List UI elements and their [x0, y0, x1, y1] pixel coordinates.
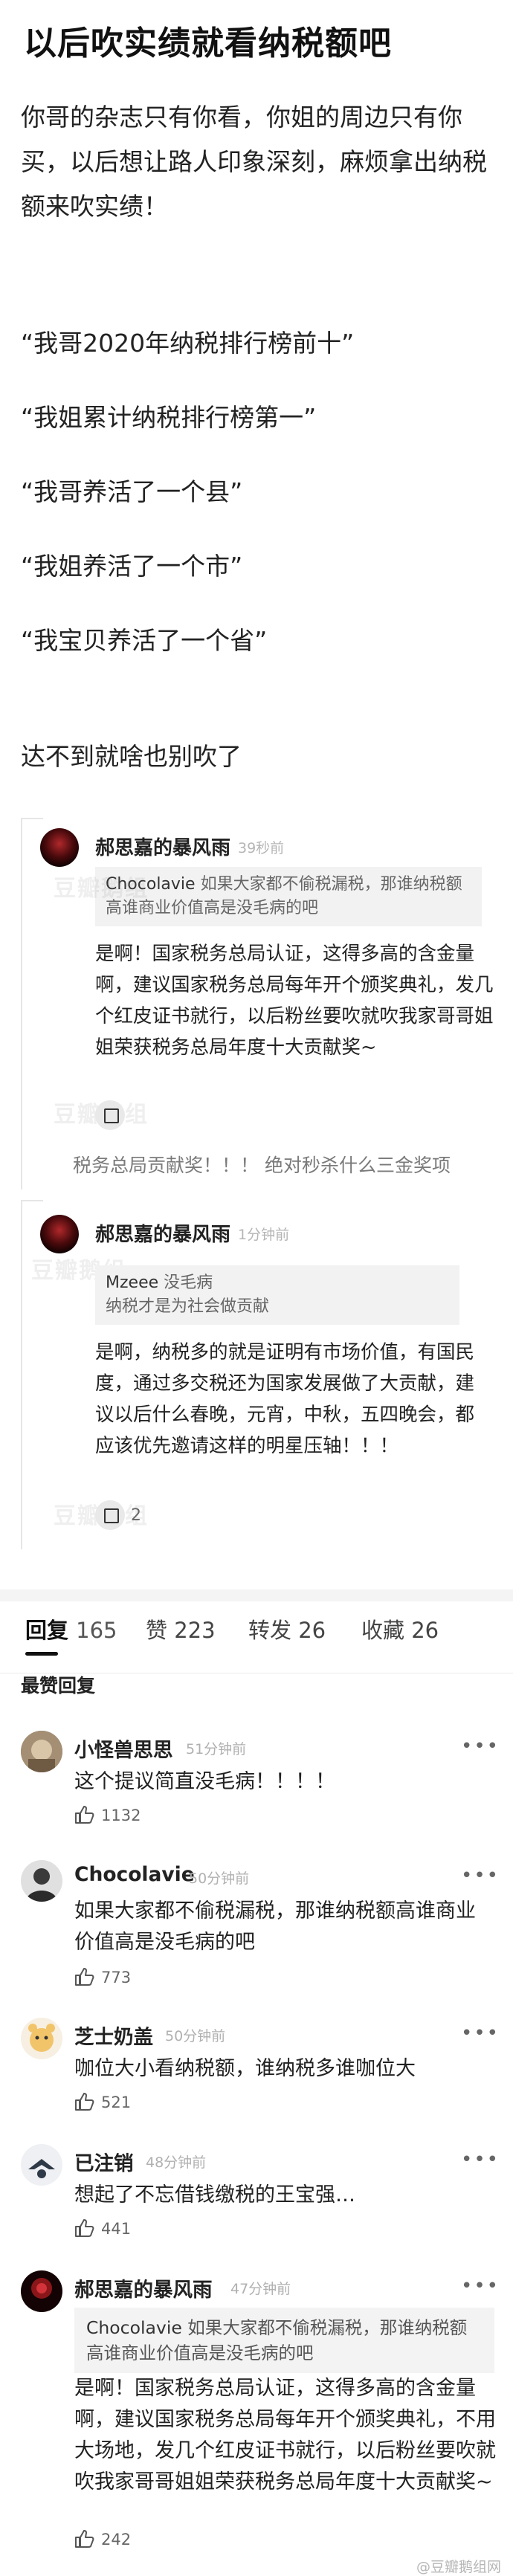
author-name[interactable]: 芝士奶盖 — [74, 2021, 153, 2050]
avatar[interactable] — [21, 2144, 62, 2186]
comment-item: Chocolavie 50分钟前 ••• 如果大家都不偷税漏税，那谁纳税额高谁商… — [0, 1860, 513, 2001]
timestamp: 39秒前 — [238, 840, 285, 856]
more-options-icon[interactable]: ••• — [461, 2149, 500, 2171]
like-button[interactable]: 521 — [74, 2092, 131, 2111]
thumbs-up-icon — [75, 1968, 94, 1986]
reply-tabs: 回复 165 赞 223 转发 26 收藏 26 — [0, 1601, 513, 1676]
like-button[interactable]: 242 — [74, 2529, 131, 2548]
quoted-comment: Chocolavie 如果大家都不偷税漏税，那谁纳税额高谁商业价值高是没毛病的吧 — [95, 867, 482, 926]
comment-text: 如果大家都不偷税漏税，那谁纳税额高谁商业价值高是没毛病的吧 — [74, 1899, 476, 1954]
comment-text: 咖位大小看纳税额，谁纳税多谁咖位大 — [74, 2057, 416, 2080]
like-button[interactable] — [95, 1500, 125, 1530]
author-name: 郝思嘉的暴风雨 — [95, 837, 231, 859]
post-quote-2: “我姐累计纳税排行榜第一” — [21, 403, 317, 432]
avatar — [40, 828, 79, 867]
comment-item: 已注销 48分钟前 ••• 想起了不忘借钱缴税的王宝强… 441 — [0, 2144, 513, 2256]
tab-favorites[interactable]: 收藏 26 — [361, 1613, 439, 1644]
thumbs-up-icon — [75, 2093, 94, 2111]
like-count: 521 — [101, 2094, 132, 2111]
comment-item: 芝士奶盖 50分钟前 ••• 咖位大小看纳税额，谁纳税多谁咖位大 521 — [0, 2018, 513, 2129]
avatar[interactable] — [21, 2270, 62, 2312]
post-quote-3: “我哥养活了一个县” — [21, 477, 243, 506]
like-button[interactable]: 773 — [74, 1967, 131, 1986]
comment-text: 这个提议简直没毛病！！！！ — [74, 1770, 335, 1793]
author-name[interactable]: 郝思嘉的暴风雨 — [74, 2273, 213, 2302]
like-button[interactable] — [95, 1100, 125, 1130]
like-count: 441 — [101, 2220, 132, 2238]
more-options-icon[interactable]: ••• — [461, 2275, 500, 2297]
post-quote-5: “我宝贝养活了一个省” — [21, 626, 268, 655]
footer-watermark: @豆瓣鹅组网 — [416, 2559, 502, 2575]
post-closing: 达不到就啥也别吹了 — [21, 742, 242, 771]
comment-text: 想起了不忘借钱缴税的王宝强… — [74, 2183, 355, 2207]
quote-text: 没毛病 — [164, 1274, 213, 1292]
quoted-comment: Chocolavie 如果大家都不偷税漏税，那谁纳税额高谁商业价值高是没毛病的吧 — [74, 2308, 494, 2373]
like-button[interactable]: 1132 — [74, 1805, 141, 1824]
more-options-icon[interactable]: ••• — [461, 2022, 500, 2044]
avatar[interactable] — [21, 2018, 62, 2059]
comment-text: 是啊！国家税务总局认证，这得多高的含金量啊，建议国家税务总局每年开个颁奖典礼，发… — [95, 943, 494, 1059]
comment-item: 小怪兽思思 51分钟前 ••• 这个提议简直没毛病！！！！ 1132 — [0, 1731, 513, 1842]
avatar — [40, 1215, 79, 1253]
quoted-comment: Mzeee 没毛病 纳税才是为社会做贡献 — [95, 1265, 459, 1325]
like-count: 773 — [101, 1969, 132, 1986]
avatar[interactable] — [21, 1731, 62, 1772]
thumbs-up-icon — [75, 2219, 94, 2237]
thumbs-up-icon — [75, 2530, 94, 2548]
avatar[interactable] — [21, 1860, 62, 1902]
timestamp: 50分钟前 — [189, 1870, 250, 1887]
quote-author: Chocolavie — [86, 2317, 182, 2338]
author-name[interactable]: Chocolavie — [74, 1863, 195, 1886]
author-name[interactable]: 已注销 — [74, 2147, 134, 2176]
tab-replies[interactable]: 回复 165 — [25, 1613, 117, 1644]
post-title: 以后吹实绩就看纳税额吧 — [24, 25, 392, 62]
embedded-screenshot-2: 郝思嘉的暴风雨 1分钟前 豆瓣鹅组 Mzeee 没毛病 纳税才是为社会做贡献 是… — [21, 1200, 492, 1549]
post-quote-1: “我哥2020年纳税排行榜前十” — [21, 329, 355, 358]
comment-text: 是啊！国家税务总局认证，这得多高的含金量啊，建议国家税务总局每年开个颁奖典礼，不… — [74, 2377, 496, 2493]
comment-item: 郝思嘉的暴风雨 47分钟前 ••• Chocolavie 如果大家都不偷税漏税，… — [0, 2270, 513, 2553]
author-name[interactable]: 小怪兽思思 — [74, 1734, 173, 1763]
section-divider — [0, 1589, 513, 1601]
like-button[interactable]: 441 — [74, 2218, 131, 2238]
watermark: 豆瓣鹅组 — [54, 876, 149, 902]
caption: 税务总局贡献奖！！！ 绝对秒杀什么三金奖项 — [73, 1155, 451, 1176]
quote-text-line2: 纳税才是为社会做贡献 — [106, 1297, 270, 1316]
embedded-screenshot-1: 郝思嘉的暴风雨 39秒前 Chocolavie 如果大家都不偷税漏税，那谁纳税额… — [21, 818, 494, 1189]
like-count: 2 — [131, 1506, 141, 1525]
more-options-icon[interactable]: ••• — [461, 1865, 500, 1887]
active-tab-indicator — [25, 1652, 58, 1656]
post-quote-4: “我姐养活了一个市” — [21, 552, 243, 581]
post-intro: 你哥的杂志只有你看，你姐的周边只有你买，以后想让路人印象深刻，麻烦拿出纳税额来吹… — [21, 103, 487, 221]
timestamp: 50分钟前 — [165, 2028, 226, 2044]
quote-author: Mzeee — [106, 1274, 159, 1292]
like-count: 1132 — [101, 1807, 141, 1824]
tab-likes[interactable]: 赞 223 — [146, 1613, 216, 1644]
like-count: 242 — [101, 2531, 132, 2548]
tab-reposts[interactable]: 转发 26 — [248, 1613, 326, 1644]
timestamp: 47分钟前 — [230, 2281, 291, 2297]
timestamp: 48分钟前 — [146, 2154, 207, 2171]
section-title: 最赞回复 — [21, 1675, 96, 1697]
thumbs-up-icon — [75, 1806, 94, 1824]
timestamp: 1分钟前 — [238, 1227, 290, 1243]
timestamp: 51分钟前 — [186, 1741, 247, 1757]
more-options-icon[interactable]: ••• — [461, 1735, 500, 1757]
author-name: 郝思嘉的暴风雨 — [95, 1224, 231, 1246]
comment-text: 是啊，纳税多的就是证明有市场价值，有国民度，通过多交税还为国家发展做了大贡献，建… — [95, 1341, 475, 1457]
